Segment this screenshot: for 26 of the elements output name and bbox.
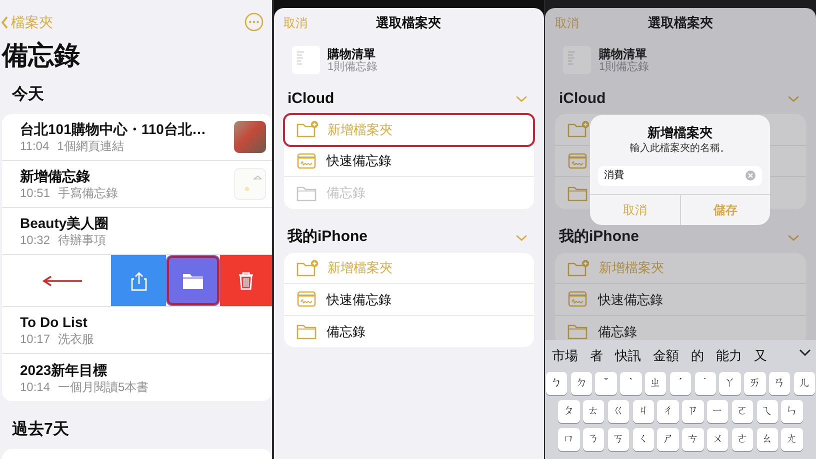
note-preview: 洗衣服 [58, 331, 94, 347]
note-title: 購物清單 [328, 46, 376, 60]
section-heading: 今天 [12, 84, 45, 105]
note-preview: 1個網頁連結 [57, 138, 124, 154]
page-title: 備忘錄 [0, 39, 81, 72]
note-time: 11:04 [20, 138, 50, 154]
group-heading: 我的iPhone [288, 227, 368, 248]
section-heading: 過去7天 [12, 420, 70, 440]
note-time: 10:14 [20, 378, 50, 394]
note-preview: 手寫備忘錄 [58, 185, 118, 201]
note-preview: 待辦事項 [58, 232, 106, 248]
note-time: 10:51 [20, 185, 50, 201]
sheet-title: 選取檔案夾 [648, 15, 713, 30]
note-time: 10:17 [20, 331, 50, 347]
group-heading: iCloud [559, 88, 606, 109]
note-subtitle: 1則備忘錄 [328, 60, 378, 74]
dialog-title: 新增檔案夾 [646, 125, 714, 141]
note-subtitle: 1則備忘錄 [599, 60, 650, 74]
group-heading: 我的iPhone [559, 227, 640, 248]
dialog-message: 輸入此檔案夾的名稱。 [629, 142, 731, 156]
sheet-title: 選取檔案夾 [376, 15, 441, 30]
note-preview: 一個月閱讀5本書 [58, 378, 149, 394]
note-title: 購物清單 [599, 46, 648, 60]
note-time: 10:32 [20, 232, 50, 248]
group-heading: iCloud [288, 88, 334, 109]
folder-label: 備忘錄 [326, 184, 366, 202]
